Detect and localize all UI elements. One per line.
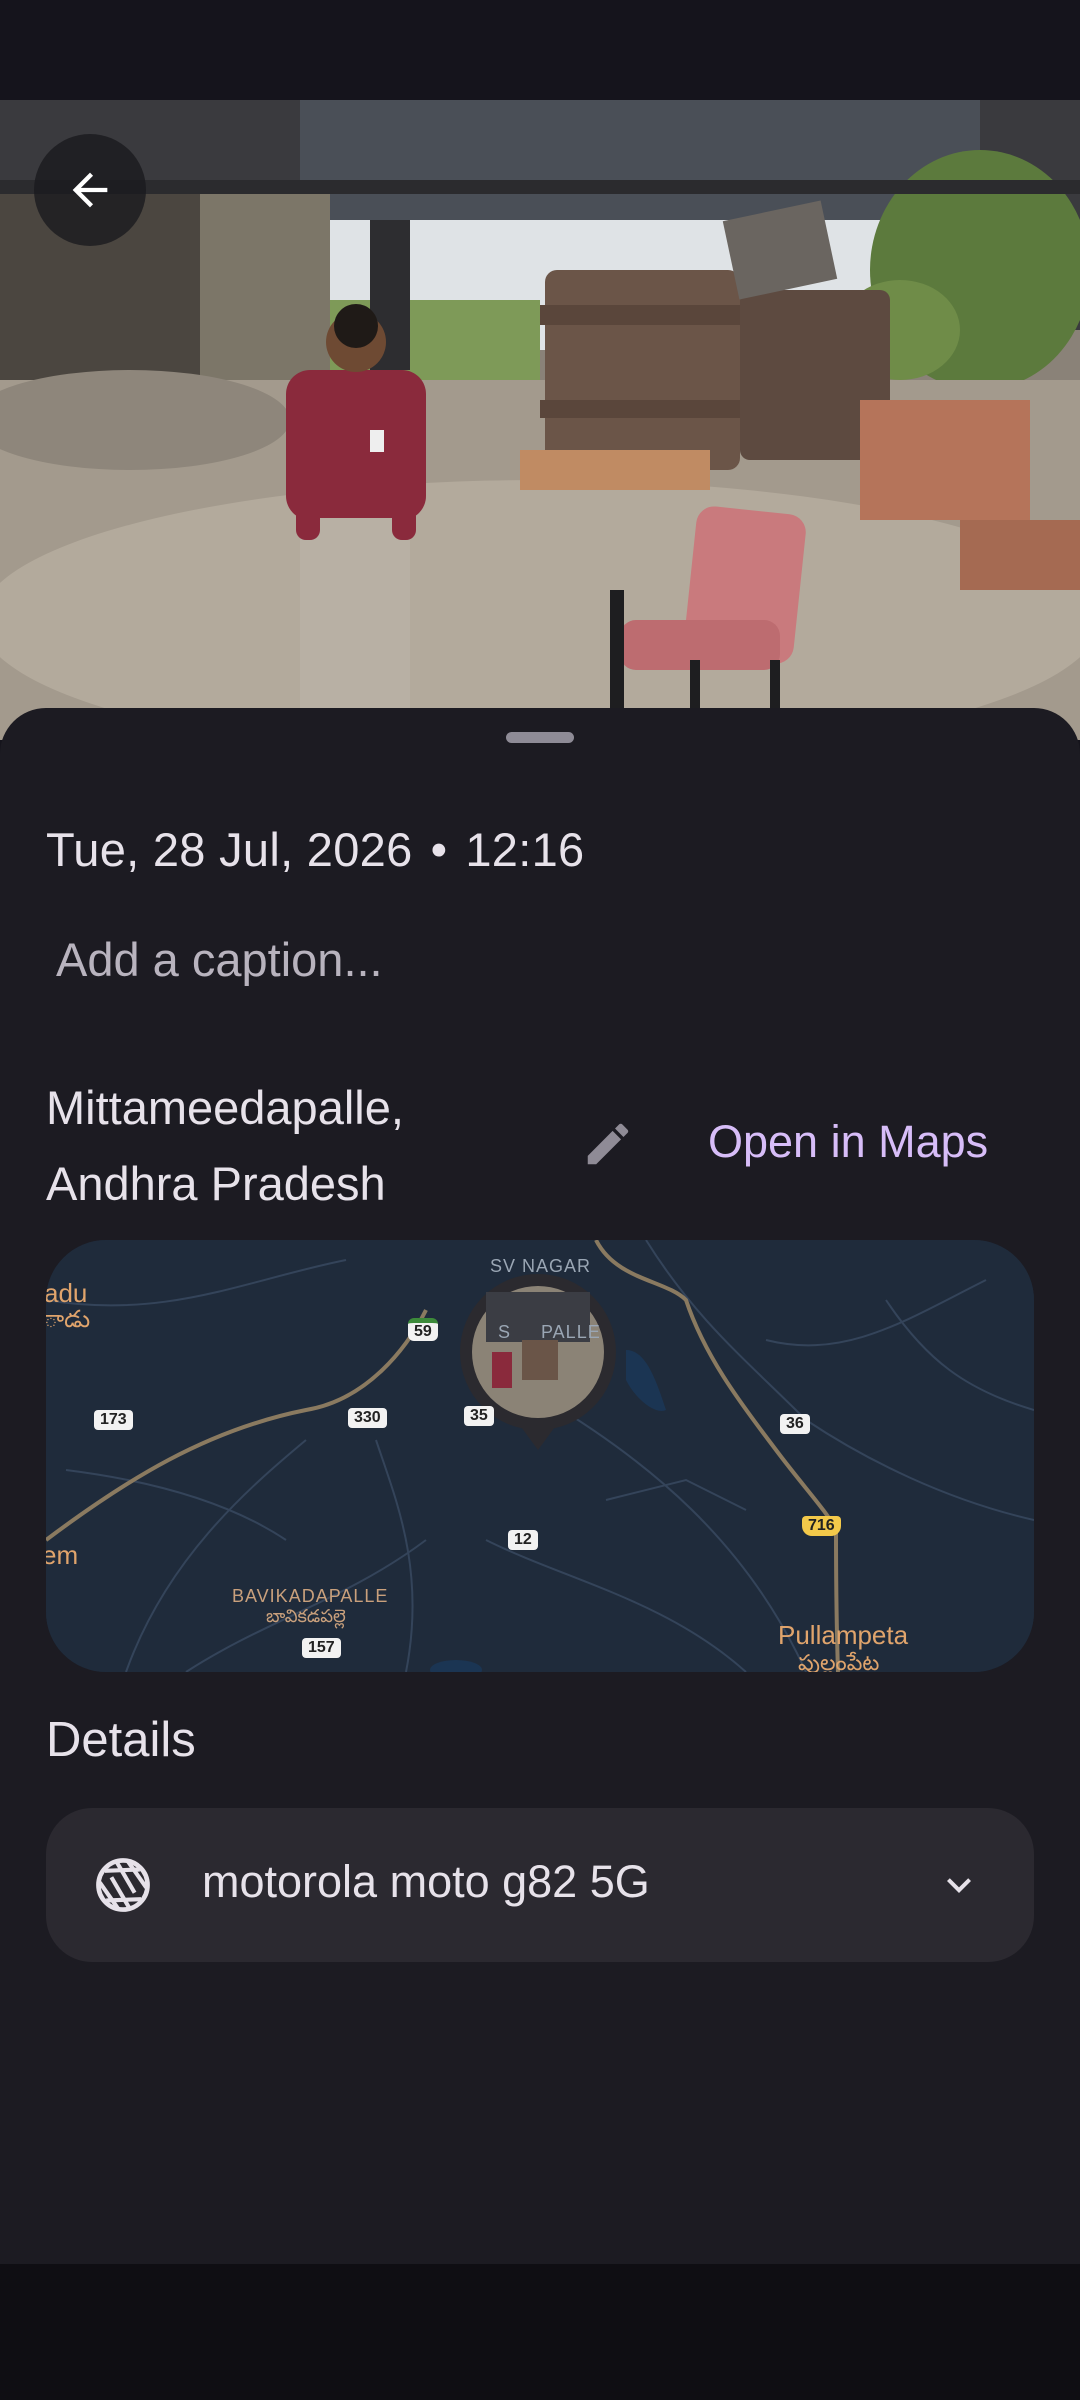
map-label-adu: adu — [46, 1278, 88, 1308]
road-shield-59: 59 — [408, 1318, 438, 1341]
time-text: 12:16 — [465, 823, 585, 876]
road-shield-36: 36 — [780, 1414, 810, 1434]
map-label-pullampeta: Pullampeta — [778, 1620, 909, 1650]
map-label-palle: S PALLE — [498, 1322, 601, 1342]
map-label-em: em — [46, 1540, 79, 1570]
expand-device-details-button[interactable] — [926, 1852, 992, 1918]
date-text: Tue, 28 Jul, 2026 — [46, 823, 413, 876]
road-shield-716: 716 — [802, 1516, 841, 1536]
device-details-card[interactable]: motorola moto g82 5G — [46, 1808, 1034, 1962]
map-label-telugu-left: ాడు — [46, 1306, 91, 1333]
date-time-separator: • — [430, 823, 448, 876]
open-in-maps-link[interactable]: Open in Maps — [708, 1116, 988, 1168]
camera-aperture-icon — [96, 1858, 150, 1912]
navigation-bar — [0, 2264, 1080, 2400]
road-shield-35: 35 — [464, 1406, 494, 1426]
road-shield-12: 12 — [508, 1530, 538, 1550]
location-line-1: Mittameedapalle, — [46, 1081, 404, 1134]
map-label-sv-nagar: SV NAGAR — [490, 1256, 592, 1276]
chevron-down-icon — [947, 1878, 971, 1893]
location-name: Mittameedapalle, Andhra Pradesh — [46, 1070, 404, 1222]
arrow-back-icon — [72, 172, 108, 208]
road-shield-157: 157 — [302, 1638, 341, 1658]
drag-handle[interactable] — [506, 732, 574, 743]
location-line-2: Andhra Pradesh — [46, 1157, 386, 1210]
map-label-bavikadapalle-te: బావికడపల్లె — [266, 1606, 346, 1626]
date-time: Tue, 28 Jul, 2026 • 12:16 — [46, 822, 584, 877]
map-label-pullampeta-te: పుల్లంపేట — [798, 1650, 880, 1672]
map-label-bavikadapalle: BAVIKADAPALLE — [232, 1586, 389, 1606]
road-shield-330: 330 — [348, 1408, 387, 1428]
road-shield-173: 173 — [94, 1410, 133, 1430]
pencil-icon — [587, 1123, 629, 1165]
caption-input[interactable] — [46, 922, 1034, 998]
details-heading: Details — [46, 1713, 196, 1767]
back-button[interactable] — [34, 134, 146, 246]
status-bar — [0, 0, 1080, 100]
location-map[interactable]: SV NAGAR S PALLE adu ాడు em BAVIKADAPALL… — [46, 1240, 1034, 1672]
edit-location-button[interactable] — [570, 1106, 646, 1182]
info-sheet: Tue, 28 Jul, 2026 • 12:16 Mittameedapalle,… — [0, 708, 1080, 2264]
device-name: motorola moto g82 5G — [202, 1856, 650, 1907]
photo-preview[interactable] — [0, 100, 1080, 740]
